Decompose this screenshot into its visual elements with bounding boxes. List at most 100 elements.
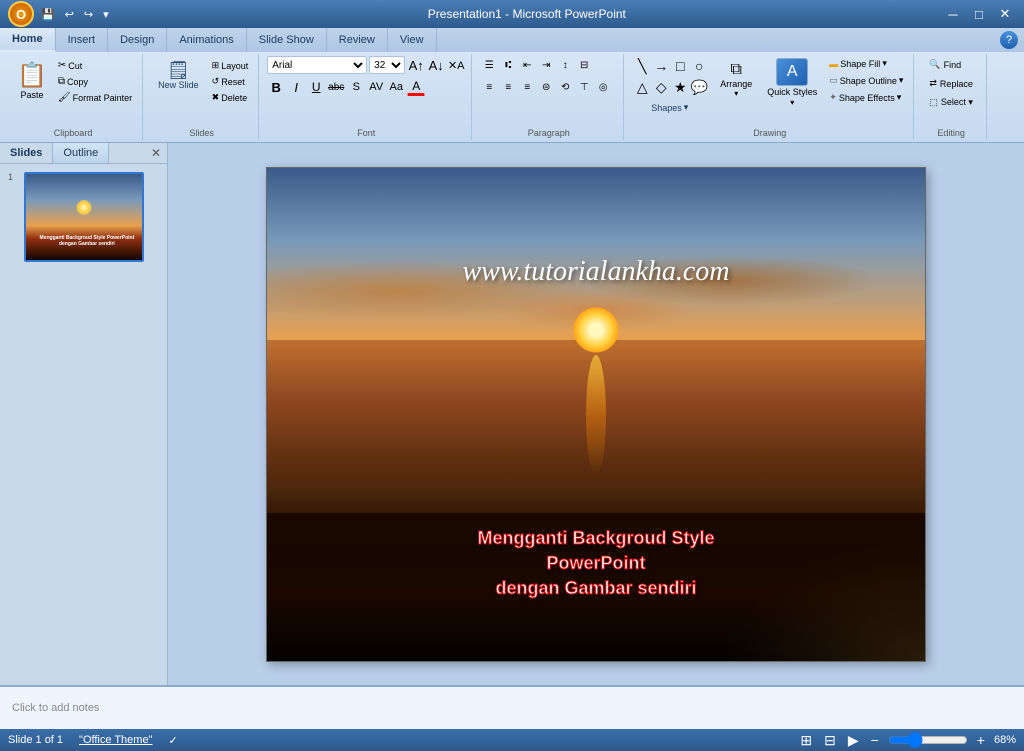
bullet-list-button[interactable]: ☰ xyxy=(480,56,498,74)
group-font: Arial 32 A↑ A↓ ✕A B I U abc S AV Aa xyxy=(261,54,472,140)
tab-design[interactable]: Design xyxy=(108,28,167,52)
tab-animations[interactable]: Animations xyxy=(167,28,246,52)
align-text-button[interactable]: ⊤ xyxy=(575,78,593,96)
shape-outline-button[interactable]: ▭ Shape Outline ▾ xyxy=(825,73,907,88)
notes-area[interactable]: Click to add notes xyxy=(0,685,1024,729)
shapes-dropdown-button[interactable]: Shapes▾ xyxy=(646,99,693,116)
undo-button[interactable]: ↩ xyxy=(62,7,77,22)
change-case-button[interactable]: Aa xyxy=(387,78,405,96)
office-button[interactable]: O xyxy=(8,1,34,27)
tab-slideshow[interactable]: Slide Show xyxy=(247,28,327,52)
shape-effects-button[interactable]: ✦ Shape Effects ▾ xyxy=(825,90,907,105)
slide-title[interactable]: www.tutorialankha.com xyxy=(462,256,729,288)
align-center-button[interactable]: ≡ xyxy=(499,78,517,96)
shape-effects-icon: ✦ xyxy=(829,92,837,103)
shape-tri[interactable]: △ xyxy=(632,77,652,97)
tab-slides[interactable]: Slides xyxy=(0,143,53,163)
tab-insert[interactable]: Insert xyxy=(56,28,109,52)
zoom-in-button[interactable]: + xyxy=(974,731,988,749)
line-spacing-button[interactable]: ↕ xyxy=(556,56,574,74)
shadow-button[interactable]: S xyxy=(347,78,365,96)
zoom-out-button[interactable]: − xyxy=(868,731,882,749)
arrange-icon: ⧉ xyxy=(731,61,742,79)
shape-oval[interactable]: ○ xyxy=(689,56,709,76)
font-name-select[interactable]: Arial xyxy=(267,56,367,74)
paste-button[interactable]: 📋 Paste xyxy=(10,56,54,105)
arrange-button[interactable]: ⧉ Arrange ▾ xyxy=(713,56,759,103)
dec-indent-button[interactable]: ⇤ xyxy=(518,56,536,74)
delete-button[interactable]: ✖ Delete xyxy=(208,90,253,105)
tab-home[interactable]: Home xyxy=(0,28,56,52)
slide-panel: Slides Outline ✕ 1 Mengganti Backgroud S… xyxy=(0,143,168,685)
theme-name[interactable]: "Office Theme" xyxy=(79,734,152,746)
zoom-level: 68% xyxy=(994,734,1016,746)
shape-fill-button[interactable]: ▬ Shape Fill ▾ xyxy=(825,56,907,71)
shape-fill-chevron: ▾ xyxy=(882,58,887,69)
align-left-button[interactable]: ≡ xyxy=(480,78,498,96)
delete-icon: ✖ xyxy=(212,92,220,103)
char-spacing-button[interactable]: AV xyxy=(367,78,385,96)
minimize-button[interactable]: ─ xyxy=(942,5,964,23)
increase-font-button[interactable]: A↑ xyxy=(407,56,425,74)
slide-info: Slide 1 of 1 xyxy=(8,734,63,746)
format-painter-button[interactable]: 🖌 Format Painter xyxy=(54,90,136,105)
shapes-palette: ╲ → □ ○ △ ◇ ★ 💬 Shapes▾ xyxy=(632,56,707,116)
italic-button[interactable]: I xyxy=(287,78,305,96)
tab-outline[interactable]: Outline xyxy=(53,143,109,163)
slide-sorter-button[interactable]: ⊟ xyxy=(821,731,839,750)
help-button[interactable]: ? xyxy=(1000,31,1018,49)
customize-button[interactable]: ▾ xyxy=(100,7,112,22)
shape-arrow[interactable]: → xyxy=(651,56,671,76)
new-slide-button[interactable]: 🗒 New Slide xyxy=(151,56,206,95)
maximize-button[interactable]: □ xyxy=(968,5,990,23)
bold-button[interactable]: B xyxy=(267,78,285,96)
font-size-select[interactable]: 32 xyxy=(369,56,405,74)
shape-line[interactable]: ╲ xyxy=(632,56,652,76)
save-button[interactable]: 💾 xyxy=(38,7,58,22)
normal-view-button[interactable]: ⊞ xyxy=(797,731,815,750)
slideshow-button[interactable]: ▶ xyxy=(845,731,862,750)
clipboard-small-buttons: ✂ Cut ⧉ Copy 🖌 Format Painter xyxy=(54,58,136,105)
columns-button[interactable]: ⊟ xyxy=(575,56,593,74)
cut-button[interactable]: ✂ Cut xyxy=(54,58,136,73)
window-controls: ─ □ ✕ xyxy=(942,5,1016,23)
paragraph-label: Paragraph xyxy=(474,128,623,138)
align-right-button[interactable]: ≡ xyxy=(518,78,536,96)
tab-review[interactable]: Review xyxy=(327,28,388,52)
inc-indent-button[interactable]: ⇥ xyxy=(537,56,555,74)
shape-rect[interactable]: □ xyxy=(670,56,690,76)
shape-callout[interactable]: 💬 xyxy=(689,77,709,97)
justify-button[interactable]: ⊜ xyxy=(537,78,555,96)
quick-styles-label[interactable]: Quick Styles xyxy=(767,87,817,97)
close-panel-button[interactable]: ✕ xyxy=(145,143,167,163)
shape-effects-chevron: ▾ xyxy=(897,92,902,103)
font-row-1: Arial 32 A↑ A↓ ✕A xyxy=(267,56,465,74)
quick-styles-button[interactable]: A xyxy=(776,58,808,86)
find-button[interactable]: 🔍 Find xyxy=(922,56,980,73)
group-drawing: ╲ → □ ○ △ ◇ ★ 💬 Shapes▾ xyxy=(626,54,914,140)
zoom-slider[interactable] xyxy=(888,736,968,744)
shape-star[interactable]: ★ xyxy=(670,77,690,97)
underline-button[interactable]: U xyxy=(307,78,325,96)
reset-button[interactable]: ↺ Reset xyxy=(208,74,253,89)
paste-label: Paste xyxy=(20,90,43,100)
shape-options: ▬ Shape Fill ▾ ▭ Shape Outline ▾ ✦ Shape… xyxy=(825,56,907,105)
slide-canvas[interactable]: www.tutorialankha.com Mengganti Backgrou… xyxy=(266,167,926,662)
decrease-font-button[interactable]: A↓ xyxy=(427,56,445,74)
convert-smart-button[interactable]: ◎ xyxy=(594,78,612,96)
tab-view[interactable]: View xyxy=(388,28,437,52)
close-button[interactable]: ✕ xyxy=(994,5,1016,23)
redo-button[interactable]: ↪ xyxy=(81,7,96,22)
clear-format-button[interactable]: ✕A xyxy=(447,56,465,74)
select-button[interactable]: ⬚ Select ▾ xyxy=(922,94,980,111)
text-direction-button[interactable]: ⟲ xyxy=(556,78,574,96)
shape-diamond[interactable]: ◇ xyxy=(651,77,671,97)
slide-thumbnail[interactable]: Mengganti Backgroud Style PowerPointdeng… xyxy=(24,172,144,262)
replace-button[interactable]: ⇄ Replace xyxy=(922,75,980,92)
font-color-button[interactable]: A xyxy=(407,78,425,96)
layout-button[interactable]: ⊞ Layout xyxy=(208,58,253,73)
strikethrough-button[interactable]: abc xyxy=(327,78,345,96)
copy-button[interactable]: ⧉ Copy xyxy=(54,74,136,89)
clipboard-label: Clipboard xyxy=(4,128,142,138)
numbered-list-button[interactable]: ⑆ xyxy=(499,56,517,74)
